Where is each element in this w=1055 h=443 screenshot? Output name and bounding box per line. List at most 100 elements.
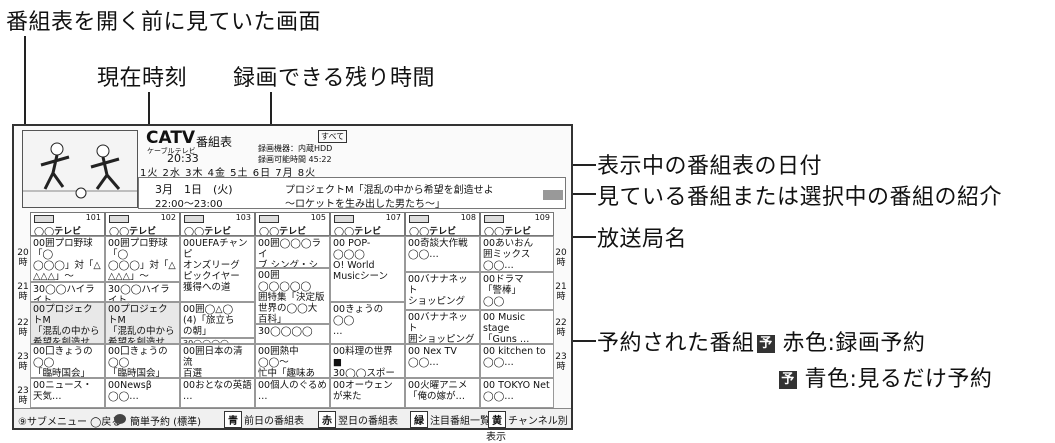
program-cell[interactable]: 00囲◯◯◯ライ ブ シング・シ: [255, 236, 330, 268]
program-cell[interactable]: 30◯◯ハイライト: [30, 282, 105, 302]
bottom-guide-bar: ⑨サブメニュー ◯戻る 簡単予約 (標準) 青前日の番組表 赤翌日の番組表 緑注…: [14, 408, 571, 443]
submenu-back-hint: ⑨サブメニュー ◯戻る: [18, 417, 122, 428]
channel-name: ◯◯テレビ: [34, 227, 82, 236]
channel-name: ◯◯テレビ: [259, 227, 307, 236]
catv-logo: CATV: [146, 128, 196, 148]
channel-logo-icon: [409, 215, 429, 223]
channel-logo-icon: [109, 215, 129, 223]
program-cell[interactable]: 00火曜アニメ 「俺の嫁が…: [405, 378, 480, 408]
channel-number: 101: [85, 213, 101, 222]
channel-header[interactable]: 101 ◯◯テレビ: [30, 212, 105, 236]
program-cell[interactable]: 00 Nex TV ◯◯…: [405, 344, 480, 378]
channel-logo-icon: [259, 215, 279, 223]
program-cell[interactable]: 00ドラマ 「警棒」 ◯◯: [480, 272, 554, 310]
hour-label-23: 23 時: [17, 352, 29, 372]
program-cell[interactable]: 00 Music stage 「Guns …: [480, 310, 554, 344]
channel-number: 108: [460, 213, 476, 222]
channel-header[interactable]: 102 ◯◯テレビ: [105, 212, 180, 236]
reserve-red-icon: 予: [757, 335, 775, 353]
guide-title: 番組表: [196, 135, 233, 149]
program-cell[interactable]: 00あいおん 囲ミックス ◯◯…: [480, 236, 554, 272]
prev-day-label: 前日の番組表: [244, 416, 304, 427]
info-time: 22:00〜23:00: [155, 199, 223, 210]
callout-station-name: 放送局名: [597, 227, 688, 252]
channel-name: ◯◯テレビ: [184, 227, 232, 236]
hour-label-23b: 23 時: [17, 386, 29, 406]
hour-label-22: 22 時: [17, 318, 29, 338]
program-cell[interactable]: 00 TOKYO Net ◯◯…: [480, 378, 554, 408]
reserve-blue-icon: 予: [779, 371, 797, 389]
hour-label-22-right: 22 時: [555, 318, 567, 338]
yellow-key[interactable]: 黄: [488, 411, 506, 428]
program-cell[interactable]: 00おとなの英語 …: [180, 378, 255, 408]
previous-screen-thumbnail: [22, 130, 138, 208]
program-cell[interactable]: 00囲熱中◯◯〜 忙中「趣味あ り「盆栽」: [255, 344, 330, 378]
program-cell[interactable]: 00ニュース・ 天気…: [30, 378, 105, 408]
rec-device: 録画機器：内蔵HDD: [258, 144, 333, 153]
program-cell[interactable]: 00 kitchen to ◯◯…: [480, 344, 554, 378]
channel-number: 103: [235, 213, 251, 222]
hour-label-20-right: 20 時: [555, 248, 567, 268]
channel-name: ◯◯テレビ: [334, 227, 382, 236]
green-key[interactable]: 緑: [410, 411, 428, 428]
program-cell[interactable]: 30◯◯ハイライト: [105, 282, 180, 302]
channel-name: ◯◯テレビ: [109, 227, 157, 236]
next-day-label: 翌日の番組表: [338, 416, 398, 427]
channel-number: 109: [534, 213, 550, 222]
soccer-scene-icon: [23, 131, 137, 207]
red-key[interactable]: 赤: [318, 411, 336, 428]
channel-logo-icon: [334, 215, 354, 223]
channel-number: 105: [310, 213, 326, 222]
channel-header[interactable]: 105 ◯◯テレビ: [255, 212, 330, 236]
program-cell[interactable]: 00UEFAチャンピ オンズリーグ ピックイヤー 獲得への道: [180, 236, 255, 302]
channel-header[interactable]: 109 ◯◯テレビ: [480, 212, 554, 236]
tab-all[interactable]: すべて: [318, 130, 348, 143]
program-cell[interactable]: 00囗きょうの◯◯ 「臨時国会」: [30, 344, 105, 378]
program-cell[interactable]: 00 POP-◯◯◯ O! World Musicシーン: [330, 236, 405, 302]
callout-program-intro: 見ている番組または選択中の番組の紹介: [597, 185, 1003, 210]
program-cell[interactable]: 00囲プロ野球「◯ ◯◯◯」対「△ △△△」〜 ◯◯…: [30, 236, 105, 282]
program-cell[interactable]: 00囲◯◯◯◯◯ 囲特集「決定版 世界の◯◯大 百科」: [255, 268, 330, 324]
program-cell[interactable]: 00奇談大作戦 ◯◯…: [405, 236, 480, 272]
callout-rec-remaining: 録画できる残り時間: [233, 66, 436, 91]
channel-name: ◯◯テレビ: [409, 227, 457, 236]
blue-key[interactable]: 青: [224, 411, 242, 428]
program-cell[interactable]: 00料理の世界 ■ 30◯◯スポー ニュース: [330, 344, 405, 378]
info-subtitle: 〜ロケットを生み出した男たち〜」: [285, 199, 445, 210]
program-cell[interactable]: 00オーウェン が来た: [330, 378, 405, 408]
callout-current-time: 現在時刻: [97, 66, 188, 91]
program-cell[interactable]: 00Newsβ ◯◯…: [105, 378, 180, 408]
legend-blue: 予 青色:見るだけ予約: [779, 361, 992, 393]
callout-before-screen: 番組表を開く前に見ていた画面: [6, 10, 322, 35]
program-cell[interactable]: 00バナナネット ショッピング: [405, 272, 480, 310]
program-cell[interactable]: 00囲プロ野球「◯ ◯◯◯」対「△ △△△」〜 ◯◯…: [105, 236, 180, 282]
program-cell[interactable]: 00囲日本の清流 百選: [180, 344, 255, 378]
featured-label: 注目番組一覧: [430, 416, 490, 427]
program-info-box: 3月 1日 (火) 22:00〜23:00 プロジェクトM「混乱の中から希望を創…: [138, 177, 566, 210]
channel-number: 102: [160, 213, 176, 222]
program-cell-selected[interactable]: 00プロジェクトM 「混乱の中から 希望を創造せ: [30, 302, 105, 344]
program-cell[interactable]: 00個人のぐるめ …: [255, 378, 330, 408]
program-cell[interactable]: 00囲◯△◯ (4)「旅立ち の朝」: [180, 302, 255, 338]
program-cell-selected[interactable]: 00プロジェクトM 「混乱の中から 希望を創造せ: [105, 302, 180, 344]
quick-reserve-hint: 簡単予約 (標準): [130, 417, 201, 428]
info-title: プロジェクトM「混乱の中から希望を創造せよ: [285, 185, 494, 196]
channel-logo-icon: [184, 215, 204, 223]
channel-number: 107: [385, 213, 401, 222]
leader-before-screen: [24, 36, 26, 136]
channel-header[interactable]: 107 ◯◯テレビ: [330, 212, 405, 236]
program-cell[interactable]: 00囗きょうの◯◯ 「臨時国会」: [105, 344, 180, 378]
hour-label-21-right: 21 時: [555, 282, 567, 302]
legend-red: 予 赤色:録画予約: [757, 325, 925, 357]
channel-header[interactable]: 108 ◯◯テレビ: [405, 212, 480, 236]
channel-name: ◯◯テレビ: [484, 227, 532, 236]
channel-logo-icon: [34, 215, 54, 223]
legend-red-label: 赤色:録画予約: [782, 331, 926, 356]
program-cell[interactable]: 30◯◯◯◯: [255, 324, 330, 344]
channel-logo-icon: [484, 215, 504, 223]
program-cell-reserved[interactable]: 00バナナネット 囲ショッピング: [405, 310, 480, 344]
channel-header[interactable]: 103 ◯◯テレビ: [180, 212, 255, 236]
program-cell[interactable]: 00きょうの◯◯ …: [330, 302, 405, 344]
callout-date-shown: 表示中の番組表の日付: [597, 154, 823, 179]
callout-reserved: 予約された番組: [597, 331, 755, 356]
